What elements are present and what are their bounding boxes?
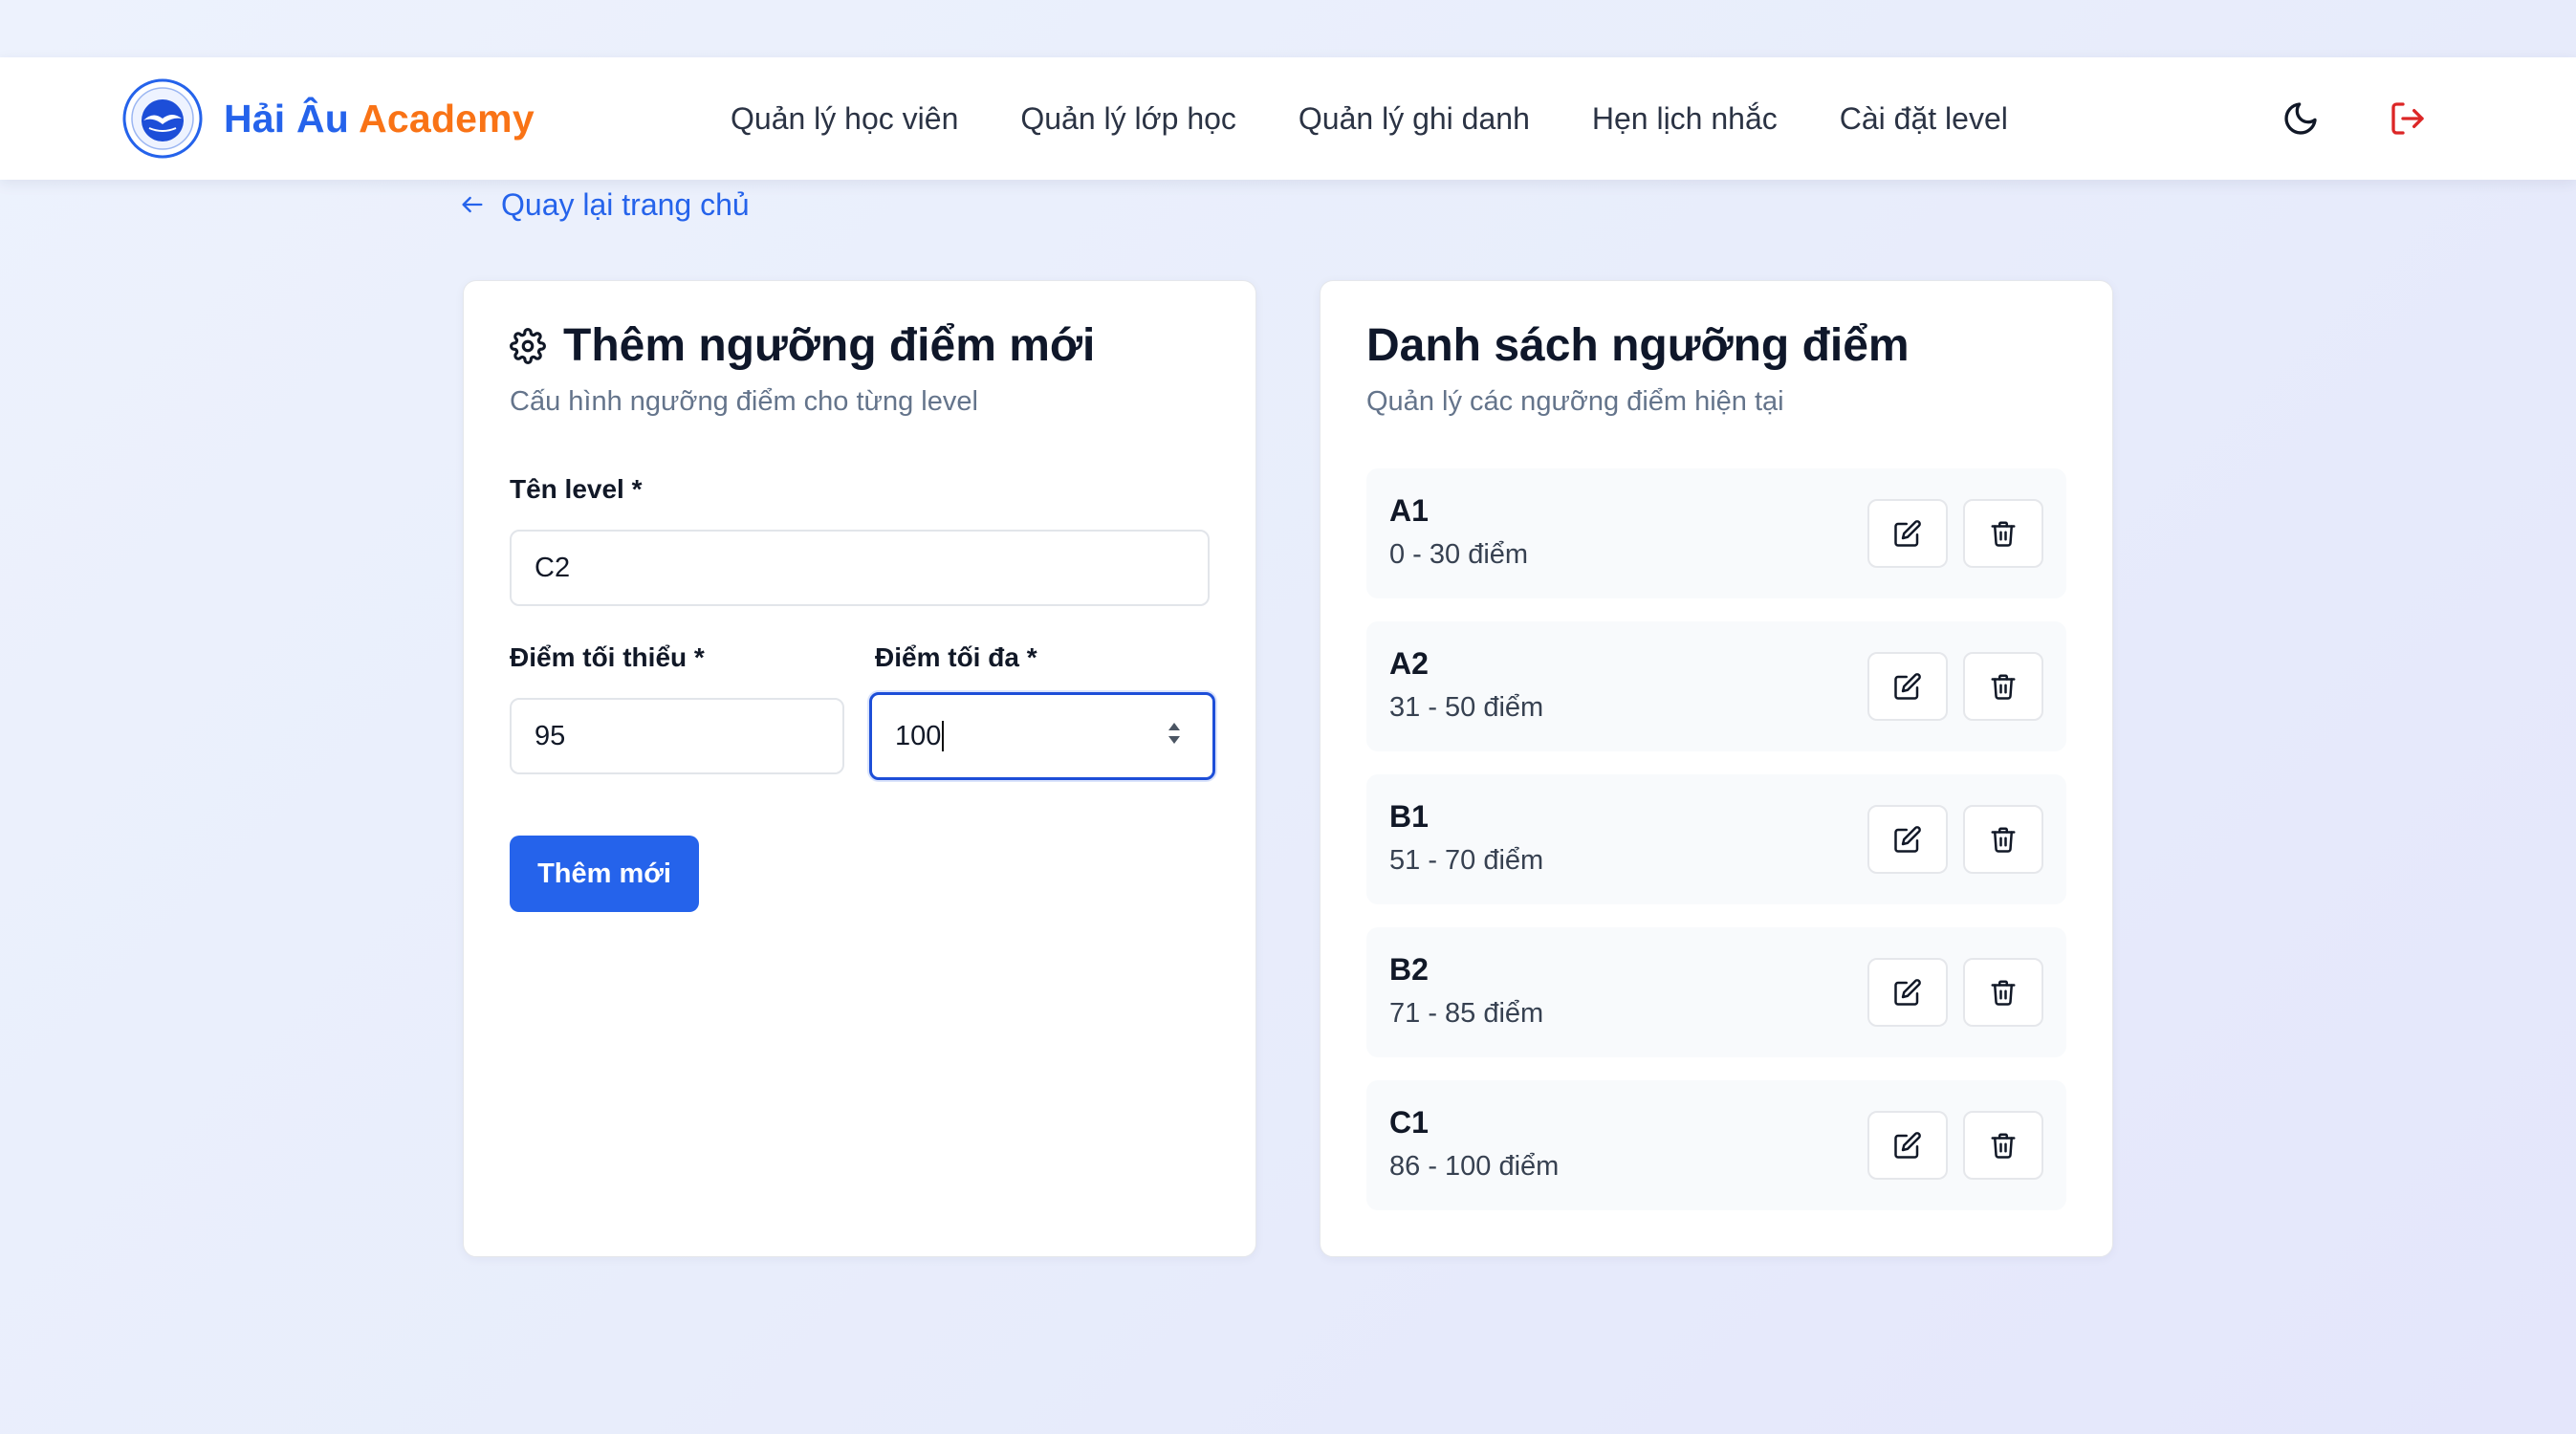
delete-button[interactable]: [1963, 958, 2043, 1027]
level-name: B1: [1389, 799, 1429, 834]
min-score-label: Điểm tối thiểu *: [510, 642, 705, 672]
logout-button[interactable]: [2383, 94, 2433, 143]
logout-icon: [2391, 102, 2424, 135]
brand-name-part2: Academy: [359, 96, 535, 141]
level-range: 71 - 85 điểm: [1389, 998, 1544, 1029]
number-spinner-icon[interactable]: [1165, 720, 1184, 747]
edit-icon: [1894, 979, 1921, 1006]
add-threshold-title: Thêm ngưỡng điểm mới: [510, 319, 1095, 372]
list-item: C1 86 - 100 điểm: [1366, 1080, 2066, 1210]
add-new-button[interactable]: Thêm mới: [510, 836, 699, 912]
theme-toggle-button[interactable]: [2276, 94, 2325, 143]
threshold-list: A1 0 - 30 điểm A2 31 - 50 điểm B1 51 - 7…: [1366, 468, 2066, 1233]
brand-name-part1: Hải Âu: [224, 96, 350, 141]
edit-icon: [1894, 826, 1921, 853]
level-range: 0 - 30 điểm: [1389, 539, 1529, 570]
list-item: B2 71 - 85 điểm: [1366, 927, 2066, 1057]
level-range: 86 - 100 điểm: [1389, 1151, 1560, 1182]
trash-icon: [1991, 1133, 2016, 1159]
delete-button[interactable]: [1963, 1111, 2043, 1180]
text-caret: [942, 721, 945, 751]
level-name: B2: [1389, 952, 1429, 987]
nav-classes[interactable]: Quản lý lớp học: [1020, 101, 1236, 137]
edit-button[interactable]: [1867, 1111, 1948, 1180]
trash-icon: [1991, 827, 2016, 853]
delete-button[interactable]: [1963, 805, 2043, 874]
main-nav: Quản lý học viên Quản lý lớp học Quản lý…: [731, 57, 2008, 180]
logo-icon: [122, 78, 203, 159]
list-item: B1 51 - 70 điểm: [1366, 774, 2066, 904]
top-navbar: Hải Âu Academy Quản lý học viên Quản lý …: [0, 57, 2576, 180]
nav-level-settings[interactable]: Cài đặt level: [1840, 101, 2008, 137]
level-name-input[interactable]: C2: [510, 530, 1210, 606]
trash-icon: [1991, 674, 2016, 700]
gear-icon: [510, 327, 546, 364]
level-name: C1: [1389, 1105, 1429, 1140]
max-score-label: Điểm tối đa *: [875, 642, 1037, 672]
add-threshold-card: Thêm ngưỡng điểm mới Cấu hình ngưỡng điể…: [463, 280, 1256, 1257]
threshold-list-card: Danh sách ngưỡng điểm Quản lý các ngưỡng…: [1320, 280, 2113, 1257]
threshold-list-subtitle: Quản lý các ngưỡng điểm hiện tại: [1366, 386, 1784, 417]
list-item: A1 0 - 30 điểm: [1366, 468, 2066, 598]
edit-icon: [1894, 1132, 1921, 1159]
brand[interactable]: Hải Âu Academy: [122, 76, 535, 161]
back-to-home-link[interactable]: Quay lại trang chủ: [459, 184, 750, 226]
add-threshold-title-text: Thêm ngưỡng điểm mới: [563, 320, 1096, 371]
level-range: 51 - 70 điểm: [1389, 845, 1544, 876]
edit-button[interactable]: [1867, 652, 1948, 721]
threshold-list-title: Danh sách ngưỡng điểm: [1366, 320, 1910, 371]
level-name-label: Tên level *: [510, 474, 643, 504]
edit-icon: [1894, 673, 1921, 700]
max-score-input[interactable]: 100: [869, 692, 1215, 780]
trash-icon: [1991, 521, 2016, 547]
edit-button[interactable]: [1867, 499, 1948, 568]
level-range: 31 - 50 điểm: [1389, 692, 1544, 723]
list-item: A2 31 - 50 điểm: [1366, 621, 2066, 751]
arrow-left-icon: [462, 196, 483, 213]
delete-button[interactable]: [1963, 652, 2043, 721]
nav-enrollments[interactable]: Quản lý ghi danh: [1299, 101, 1530, 137]
min-score-value: 95: [535, 720, 566, 751]
level-name: A1: [1389, 493, 1429, 528]
moon-icon: [2284, 102, 2317, 135]
brand-name: Hải Âu Academy: [224, 97, 535, 141]
min-score-input[interactable]: 95: [510, 698, 844, 774]
edit-button[interactable]: [1867, 805, 1948, 874]
delete-button[interactable]: [1963, 499, 2043, 568]
add-threshold-subtitle: Cấu hình ngưỡng điểm cho từng level: [510, 386, 978, 417]
trash-icon: [1991, 980, 2016, 1006]
level-name: A2: [1389, 646, 1429, 681]
nav-reminders[interactable]: Hẹn lịch nhắc: [1592, 101, 1778, 137]
max-score-value: 100: [895, 720, 942, 751]
edit-button[interactable]: [1867, 958, 1948, 1027]
nav-students[interactable]: Quản lý học viên: [731, 101, 958, 137]
edit-icon: [1894, 520, 1921, 547]
level-name-value: C2: [535, 552, 571, 583]
back-link-label: Quay lại trang chủ: [501, 186, 750, 222]
